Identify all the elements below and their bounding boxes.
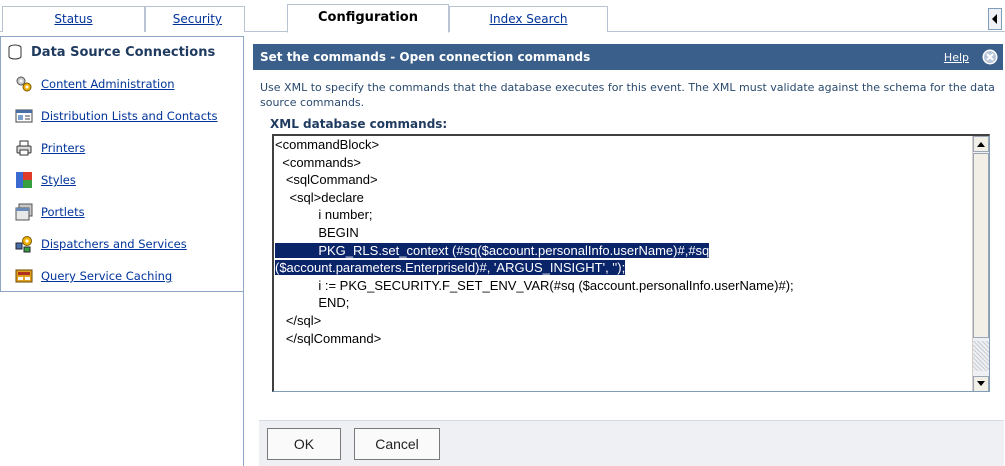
sidebar-divider (243, 292, 244, 466)
dialog-title-bar: Set the commands - Open connection comma… (253, 44, 1003, 70)
xml-line: <sqlCommand> (275, 172, 378, 188)
xml-line-selected: ($account.parameters.EnterpriseId)#, 'AR… (274, 259, 970, 277)
dispatchers-icon (15, 236, 32, 253)
xml-line-selected: PKG_RLS.set_context (#sq($account.person… (274, 242, 970, 260)
sidebar-item-label: Portlets (41, 205, 85, 219)
xml-field-label: XML database commands: (270, 117, 448, 131)
gears-icon (16, 76, 32, 92)
sidebar-item-label: Distribution Lists and Contacts (41, 109, 218, 123)
sidebar-header[interactable]: Data Source Connections (1, 37, 243, 67)
sidebar-header-label: Data Source Connections (31, 44, 216, 60)
contacts-icon (15, 109, 33, 123)
sidebar-item-printers[interactable]: Printers (1, 137, 243, 159)
xml-line: <commandBlock> (275, 137, 380, 152)
chevron-left-icon (992, 14, 997, 24)
xml-line: i := PKG_SECURITY.F_SET_ENV_VAR(#sq ($ac… (275, 277, 794, 293)
sidebar-item-label: Styles (41, 173, 76, 187)
tab-security[interactable]: Security (145, 6, 245, 32)
sidebar: Data Source Connections Content Administ… (0, 36, 244, 466)
cylinder-db-icon (8, 44, 22, 60)
xml-line: </sqlCommand> (275, 330, 382, 346)
dialog-description: Use XML to specify the commands that the… (260, 81, 995, 109)
tab-configuration[interactable]: Configuration (287, 4, 449, 33)
xml-line: END; (275, 295, 350, 311)
sidebar-panel: Data Source Connections Content Administ… (0, 36, 244, 292)
portlets-icon (15, 203, 33, 221)
sidebar-item-portlets[interactable]: Portlets (1, 201, 243, 223)
sidebar-item-label: Query Service Caching (41, 269, 173, 283)
arrow-down-icon (977, 381, 985, 386)
selected-text: ($account.parameters.EnterpriseId)#, 'AR… (275, 260, 626, 276)
arrow-up-icon (977, 142, 985, 147)
sidebar-item-label: Printers (41, 141, 86, 155)
scrollbar-track[interactable] (973, 341, 989, 371)
help-link[interactable]: Help (944, 51, 969, 64)
sidebar-item-distribution-lists[interactable]: Distribution Lists and Contacts (1, 105, 243, 127)
selected-text: PKG_RLS.set_context (#sq($account.person… (275, 242, 710, 258)
sidebar-item-content-administration[interactable]: Content Administration (1, 73, 243, 95)
cancel-button[interactable]: Cancel (354, 428, 440, 460)
cache-icon (15, 269, 33, 283)
close-circle-icon[interactable] (982, 49, 998, 65)
xml-line: i number; (275, 207, 373, 223)
xml-line: </sql> (275, 312, 322, 328)
xml-text-content[interactable]: <commandBlock> <commands> <sqlCommand> <… (274, 136, 970, 391)
xml-line: BEGIN (275, 224, 359, 240)
dialog-panel: Set the commands - Open connection comma… (250, 36, 1005, 466)
tab-index-search[interactable]: Index Search (449, 6, 608, 32)
tab-bar: Status Security Configuration Index Sear… (0, 0, 1005, 33)
scroll-down-button[interactable] (973, 376, 989, 391)
sidebar-item-label: Dispatchers and Services (41, 237, 187, 251)
xml-commands-textarea[interactable]: <commandBlock> <commands> <sqlCommand> <… (272, 134, 990, 392)
printer-icon (16, 140, 32, 156)
styles-icon (16, 172, 32, 188)
vertical-scrollbar[interactable] (972, 136, 989, 391)
sidebar-item-dispatchers[interactable]: Dispatchers and Services (1, 233, 243, 255)
ok-button[interactable]: OK (267, 428, 341, 460)
scrollbar-thumb[interactable] (973, 153, 989, 338)
sidebar-item-label: Content Administration (41, 77, 175, 91)
dialog-title: Set the commands - Open connection comma… (260, 50, 591, 64)
xml-line: <sql>declare (275, 189, 364, 205)
xml-line: <commands> (275, 154, 361, 170)
sidebar-item-styles[interactable]: Styles (1, 169, 243, 191)
tab-scroll-left-button[interactable] (988, 8, 1002, 30)
dialog-footer: OK Cancel (259, 420, 1004, 466)
tab-status[interactable]: Status (2, 6, 145, 32)
scroll-up-button[interactable] (973, 136, 989, 152)
sidebar-item-query-service-caching[interactable]: Query Service Caching (1, 265, 243, 287)
